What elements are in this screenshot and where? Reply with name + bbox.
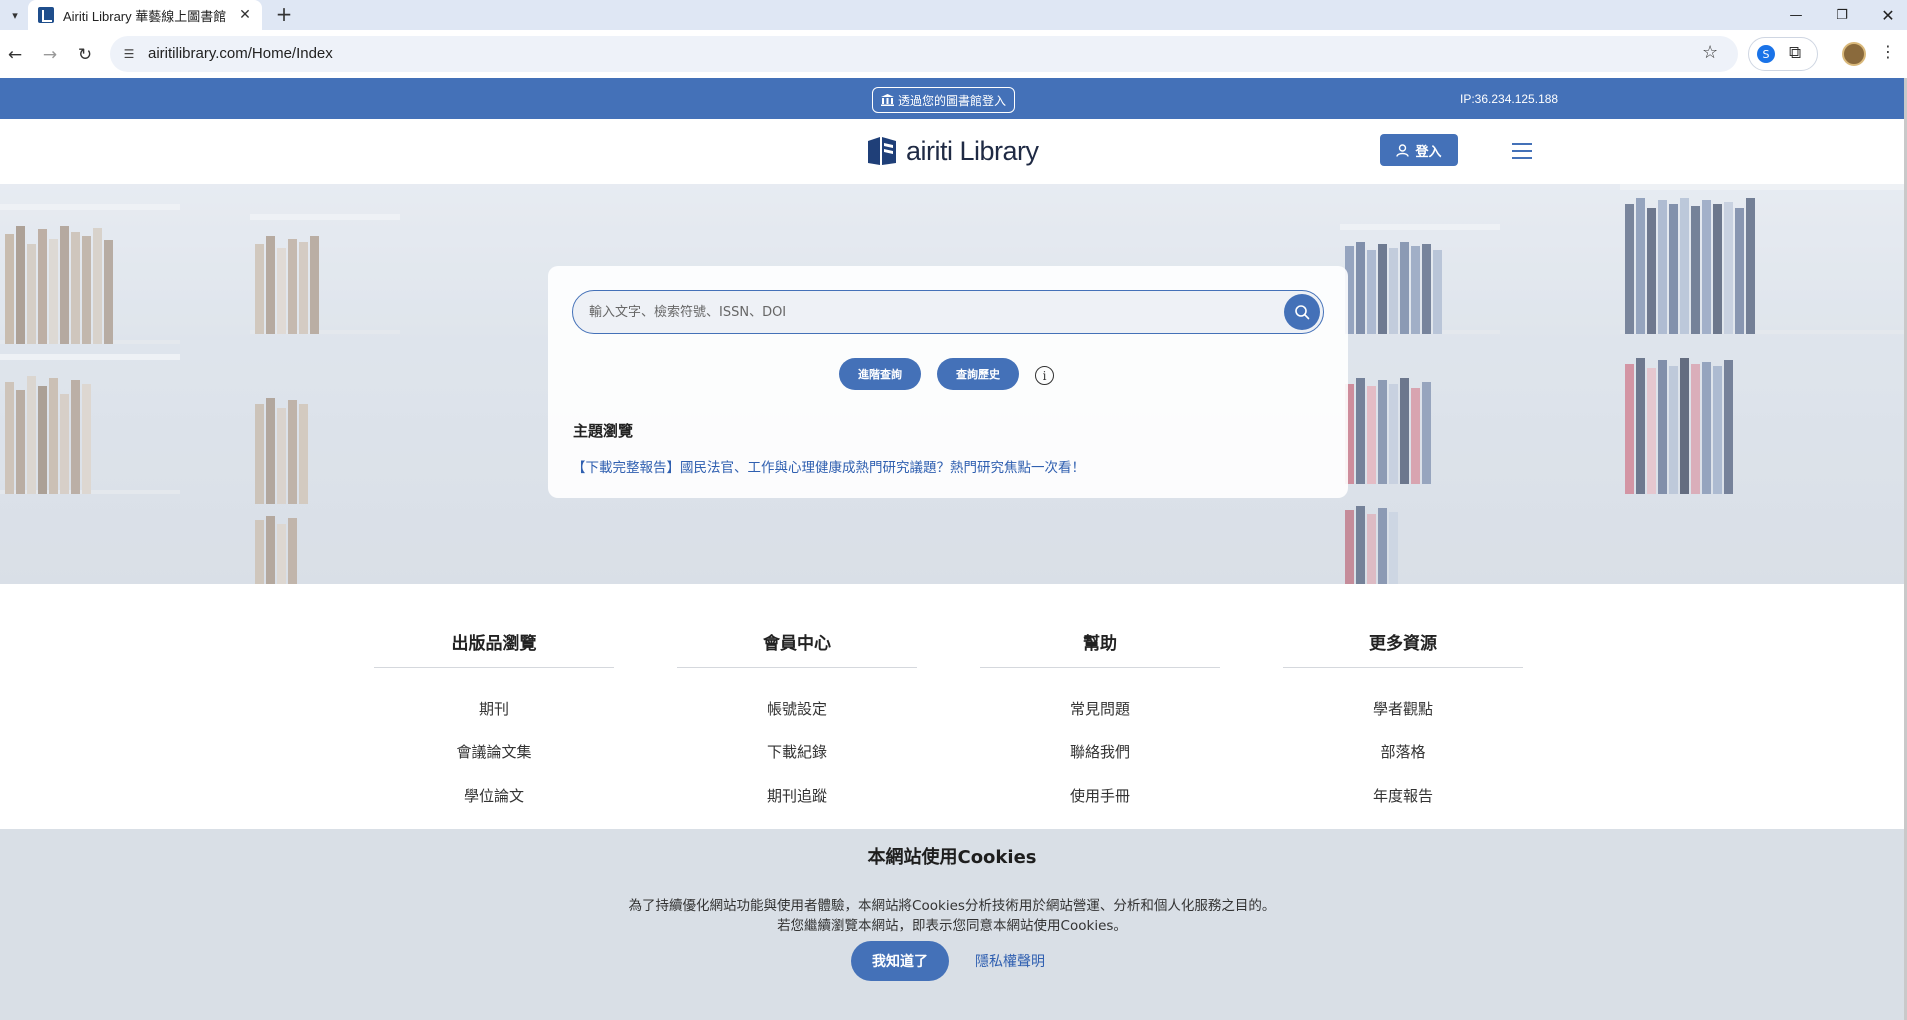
footer-link-journals[interactable]: 期刊 [374,698,614,719]
browser-tab-strip: ▾ Airiti Library 華藝線上圖書館 ✕ + — ❐ ✕ [0,0,1907,30]
site-topbar: 透過您的圖書館登入 IP:36.234.125.188 [0,78,1904,119]
divider [980,667,1220,668]
footer-link-contact[interactable]: 聯絡我們 [980,741,1220,762]
footer-link-blog[interactable]: 部落格 [1283,741,1523,762]
topic-browse-heading: 主題瀏覽 [573,422,634,440]
search-box [572,290,1324,334]
browser-tab[interactable]: Airiti Library 華藝線上圖書館 ✕ [28,0,262,30]
cookie-consent-banner: 本網站使用Cookies 為了持續優化網站功能與使用者體驗，本網站將Cookie… [0,829,1904,1020]
footer-link-journal-tracking[interactable]: 期刊追蹤 [677,785,917,806]
footer-link-download-history[interactable]: 下載紀錄 [677,741,917,762]
reload-icon[interactable]: ↻ [72,42,98,68]
new-tab-icon[interactable]: + [272,2,296,26]
hamburger-icon[interactable] [1512,143,1532,161]
kebab-icon[interactable]: ⋮ [1880,42,1896,61]
divider [374,667,614,668]
cookie-description-continued: 若您繼續瀏覽本網站，即表示您同意本網站使用Cookies。 [777,918,1127,934]
advanced-search-button[interactable]: 進階查詢 [839,358,921,390]
site-header: airiti Library 登入 [0,119,1904,184]
address-bar[interactable]: ☰ airitilibrary.com/Home/Index ☆ [110,36,1738,72]
extension-app-icon[interactable]: S [1757,45,1775,63]
footer-link-scholar-views[interactable]: 學者觀點 [1283,698,1523,719]
web-page: 透過您的圖書館登入 IP:36.234.125.188 airiti Libra… [0,78,1907,1020]
search-history-button[interactable]: 查詢歷史 [937,358,1019,390]
footer-column-title: 幫助 [1083,634,1117,654]
site-info-icon[interactable]: ☰ [120,45,138,63]
footer-link-faq[interactable]: 常見問題 [980,698,1220,719]
footer-link-manual[interactable]: 使用手冊 [980,785,1220,806]
search-icon [1295,305,1310,320]
logo-text: airiti Library [906,135,1039,166]
footer-link-annual-report[interactable]: 年度報告 [1283,785,1523,806]
privacy-policy-link[interactable]: 隱私權聲明 [975,951,1045,971]
search-input[interactable] [589,297,1269,327]
footer-column-title: 更多資源 [1369,634,1437,654]
window-close-icon[interactable]: ✕ [1865,0,1907,30]
url-text[interactable]: airitilibrary.com/Home/Index [148,45,333,62]
divider [677,667,917,668]
divider [1283,667,1523,668]
tab-title: Airiti Library 華藝線上圖書館 [63,8,227,24]
tab-close-icon[interactable]: ✕ [236,7,254,23]
restore-icon[interactable]: ❐ [1819,0,1865,30]
forward-icon[interactable]: → [37,42,63,68]
user-icon [1396,143,1410,157]
login-label: 登入 [1415,144,1442,160]
footer-link-account-settings[interactable]: 帳號設定 [677,698,917,719]
search-button[interactable] [1284,294,1320,330]
favicon-icon [38,7,54,23]
footer-link-theses[interactable]: 學位論文 [374,785,614,806]
cookie-accept-button[interactable]: 我知道了 [851,941,949,981]
extension-icon[interactable]: ⧉ [1789,43,1801,63]
footer-link-proceedings[interactable]: 會議論文集 [374,741,614,762]
cookie-title: 本網站使用Cookies [867,847,1037,868]
footer-column-title: 會員中心 [763,634,831,654]
library-login-label: 透過您的圖書館登入 [898,93,1007,108]
info-icon[interactable]: i [1035,366,1054,385]
footer-column-title: 出版品瀏覽 [451,634,537,654]
library-icon [881,94,894,106]
tab-search-icon[interactable]: ▾ [4,4,26,26]
cookie-description: 為了持續優化網站功能與使用者體驗，本網站將Cookies分析技術用於網站營運、分… [628,898,1276,914]
logo-book-icon [868,137,896,165]
ip-address: IP:36.234.125.188 [1460,92,1559,106]
star-icon[interactable]: ☆ [1702,42,1718,63]
site-logo[interactable]: airiti Library [866,133,1039,169]
browser-toolbar: ← → ↻ ☰ airitilibrary.com/Home/Index ☆ S… [0,30,1907,78]
login-button[interactable]: 登入 [1380,134,1458,166]
profile-avatar[interactable] [1842,42,1866,66]
extensions-group: S ⧉ [1748,37,1818,71]
minimize-icon[interactable]: — [1773,0,1819,30]
hero-banner: 進階查詢 查詢歷史 i 主題瀏覽 【下載完整報告】國民法官、工作與心理健康成熱門… [0,184,1904,584]
search-panel: 進階查詢 查詢歷史 i 主題瀏覽 【下載完整報告】國民法官、工作與心理健康成熱門… [548,266,1348,498]
topic-report-link[interactable]: 【下載完整報告】國民法官、工作與心理健康成熱門研究議題？熱門研究焦點一次看！ [572,456,1085,476]
library-login-button[interactable]: 透過您的圖書館登入 [872,87,1016,113]
back-icon[interactable]: ← [2,42,28,68]
